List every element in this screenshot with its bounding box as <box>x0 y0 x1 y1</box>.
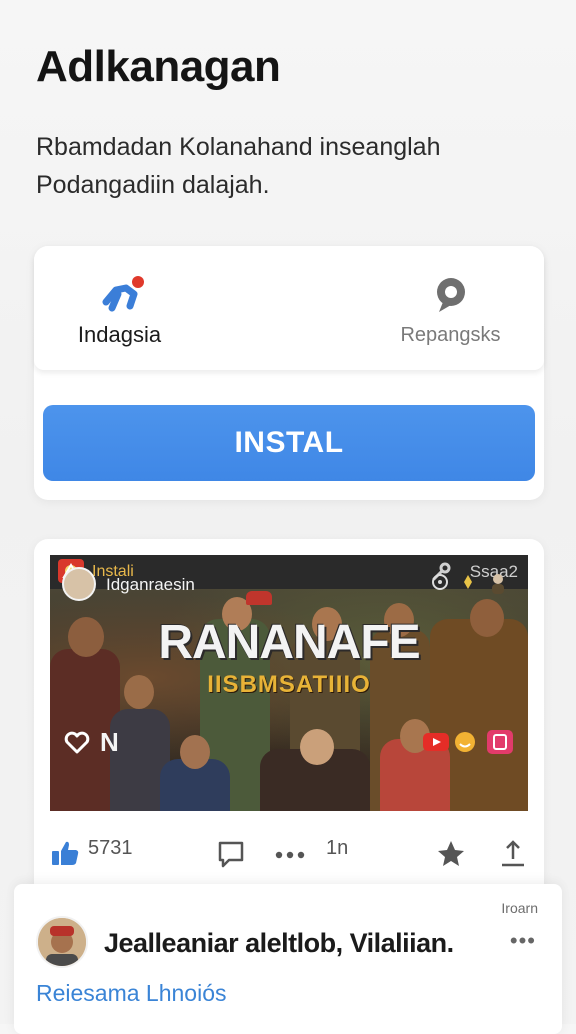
comment-icon <box>218 841 244 868</box>
install-button[interactable]: INSTAL <box>43 405 535 481</box>
star-button[interactable] <box>436 839 466 869</box>
channel-avatar[interactable] <box>62 567 96 601</box>
post-card: Instali Ssaa2 Idganraesin RANANAFE IISBM… <box>34 539 544 899</box>
media-subheadline: IISBMSATIIIO <box>207 671 371 698</box>
thumbs-up-icon <box>52 841 79 865</box>
share-button[interactable] <box>498 839 528 869</box>
running-person-icon <box>102 276 144 312</box>
media-headline: RANANAFE <box>158 616 420 669</box>
page-description: Rbamdadan Kolanahand inseanglah Podangad… <box>36 133 441 199</box>
crowd-figure <box>180 735 210 769</box>
comment-card: Iroarn Jealleaniar aleltlob, Vilaliian. … <box>14 884 562 1034</box>
channel-name: Idganraesin <box>106 575 195 594</box>
option-repangsks[interactable]: Repangsks <box>289 246 544 370</box>
page-title: Adlkanagan <box>36 42 281 91</box>
comment-button[interactable] <box>216 839 246 869</box>
n-letter-icon: N <box>100 727 119 757</box>
option-label-indagsia: Indagsia <box>77 322 162 347</box>
comment-more-options[interactable]: ••• <box>510 928 536 954</box>
star-icon <box>438 841 464 866</box>
crowd-figure <box>246 591 272 605</box>
user-avatar-icon <box>38 918 86 966</box>
avatar[interactable] <box>36 916 88 968</box>
install-card: Indagsia Repangsks INSTAL <box>34 246 544 500</box>
crowd-figure <box>300 729 334 765</box>
comment-author: Jealleaniar aleltlob, Vilaliian. <box>104 928 454 958</box>
media-badges-icon <box>432 574 504 594</box>
post-action-bar: 5731 1n <box>34 831 544 877</box>
heart-icon[interactable] <box>64 731 90 755</box>
more-count: 1n <box>326 837 349 859</box>
option-indagsia[interactable]: Indagsia <box>34 246 289 370</box>
comment-link[interactable]: Reiesama Lhnoiós <box>36 980 227 1007</box>
post-media[interactable]: Instali Ssaa2 Idganraesin RANANAFE IISBM… <box>50 555 528 811</box>
more-options-button[interactable] <box>274 839 306 869</box>
youtube-icon[interactable] <box>422 731 450 753</box>
comment-meta: Iroarn <box>501 900 538 916</box>
share-icon <box>502 840 524 867</box>
search-chat-icon <box>437 278 465 312</box>
like-count: 5731 <box>88 837 133 859</box>
option-label-repangsks: Repangsks <box>400 324 501 346</box>
gallery-icon[interactable] <box>486 729 514 755</box>
option-row: Indagsia Repangsks <box>34 246 544 370</box>
dots-icon <box>275 851 305 859</box>
reaction-icon[interactable] <box>454 731 476 753</box>
like-button[interactable] <box>50 839 80 869</box>
